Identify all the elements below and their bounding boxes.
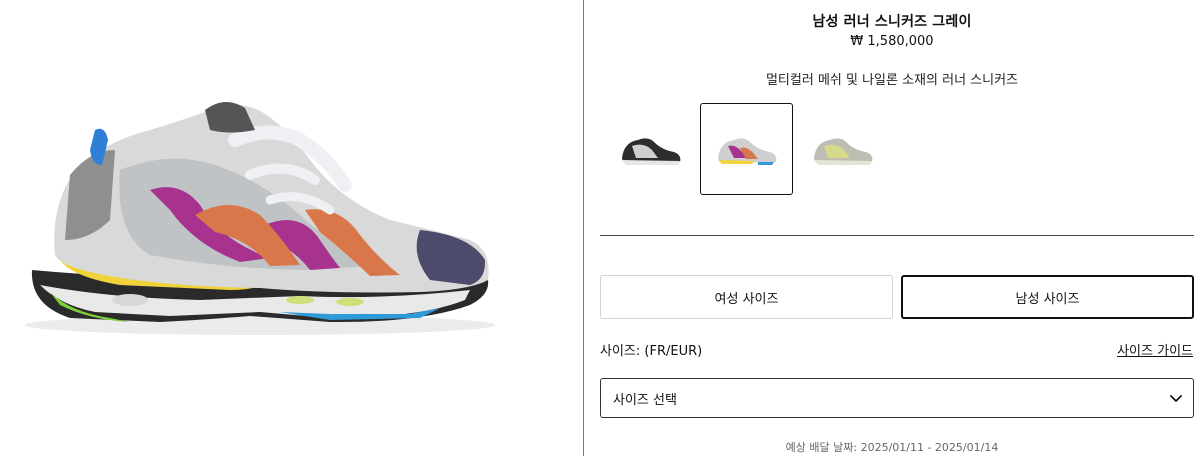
sneaker-illustration	[25, 101, 495, 335]
main-product-image	[0, 0, 583, 456]
section-divider	[600, 235, 1194, 236]
product-description: 멀티컬러 메쉬 및 나일론 소재의 러너 스니커즈	[765, 73, 1019, 88]
size-select-placeholder: 사이즈 선택	[613, 392, 677, 408]
variant-thumbnail-yellow[interactable]	[796, 103, 889, 195]
chevron-down-icon	[1170, 395, 1182, 402]
variant-thumbnail-multicolor[interactable]	[700, 103, 793, 195]
product-price: ₩ 1,580,000	[850, 34, 934, 49]
sneaker-yellow-icon	[814, 138, 873, 165]
variant-thumbnail-black[interactable]	[604, 103, 697, 195]
sneaker-multicolor-icon	[718, 138, 777, 165]
sneaker-black-icon	[622, 138, 681, 165]
delivery-estimate: 예상 배달 날짜: 2025/01/11 - 2025/01/14	[785, 441, 999, 454]
size-select-dropdown[interactable]: 사이즈 선택	[600, 378, 1194, 418]
product-title: 남성 러너 스니커즈 그레이	[812, 14, 972, 30]
size-guide-link[interactable]: 사이즈 가이드	[1117, 340, 1193, 359]
womens-size-tab[interactable]: 여성 사이즈	[600, 275, 893, 319]
mens-size-tab[interactable]: 남성 사이즈	[901, 275, 1194, 319]
size-system-label: 사이즈: (FR/EUR)	[600, 344, 703, 359]
product-details-panel: 남성 러너 스니커즈 그레이 ₩ 1,580,000 멀티컬러 메쉬 및 나일론…	[584, 0, 1200, 456]
